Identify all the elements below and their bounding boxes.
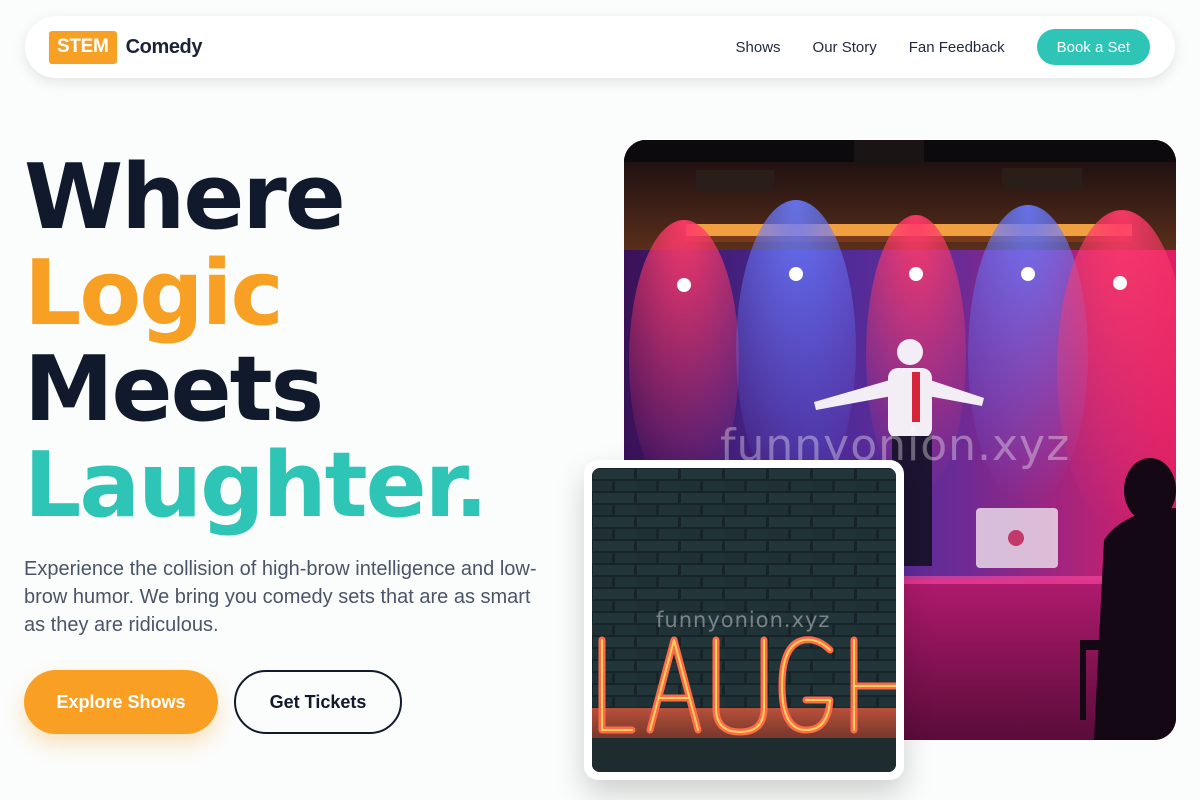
laugh-sign-photo: funnyonion.xyz <box>592 468 896 772</box>
headline-word-4: Laughter. <box>24 433 488 538</box>
sign-watermark: funnyonion.xyz <box>656 608 831 632</box>
headline-word-1: Where <box>24 145 346 250</box>
logo-wordmark: Comedy <box>125 35 203 58</box>
top-navbar: STEM Comedy Shows Our Story Fan Feedback… <box>25 16 1175 78</box>
hero-headline: Where Logic Meets Laughter. <box>24 145 488 538</box>
nav-link-shows[interactable]: Shows <box>736 39 781 56</box>
headline-word-3: Meets <box>24 337 324 442</box>
logo-badge: STEM <box>49 30 117 64</box>
get-tickets-button[interactable]: Get Tickets <box>234 670 402 734</box>
hero-subtitle: Experience the collision of high-brow in… <box>24 558 537 636</box>
headline-word-2: Logic <box>24 241 284 346</box>
nav-link-our-story[interactable]: Our Story <box>813 39 877 56</box>
book-a-set-button[interactable]: Book a Set <box>1036 29 1150 65</box>
nav-links: Shows Our Story Fan Feedback Book a Set <box>736 29 1152 65</box>
nav-link-fan-feedback[interactable]: Fan Feedback <box>909 39 1005 56</box>
laugh-sign-photo-frame: funnyonion.xyz <box>584 460 904 780</box>
explore-shows-button[interactable]: Explore Shows <box>24 670 218 734</box>
brand-logo[interactable]: STEM Comedy <box>49 30 203 64</box>
